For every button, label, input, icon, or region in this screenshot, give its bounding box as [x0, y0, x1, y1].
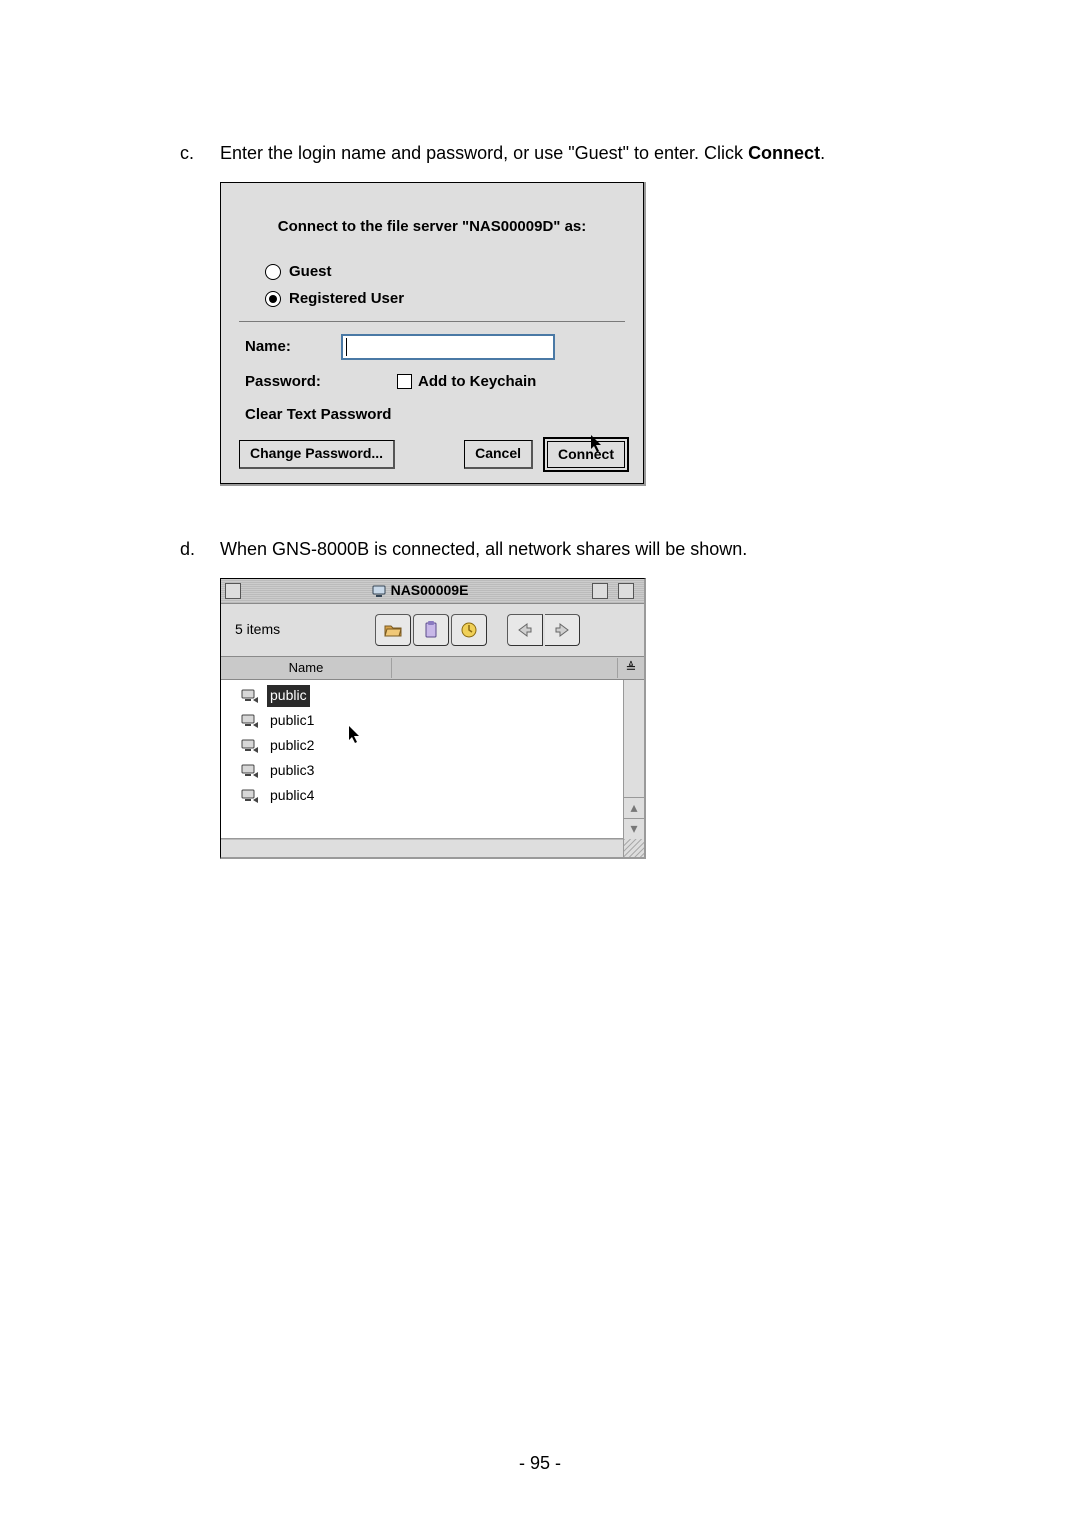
step-d-marker: d.	[180, 536, 220, 564]
registered-label: Registered User	[289, 287, 404, 310]
share-row-public4[interactable]: public4	[221, 784, 623, 809]
share-icon	[239, 763, 261, 779]
cleartext-label[interactable]: Clear Text Password	[245, 403, 625, 426]
close-box-icon[interactable]	[225, 583, 241, 599]
status-bar	[221, 839, 644, 857]
share-icon	[239, 688, 261, 704]
keychain-label: Add to Keychain	[418, 370, 536, 393]
share-list: public public1 public2	[221, 680, 623, 839]
step-c-text: Enter the login name and password, or us…	[220, 143, 748, 163]
checkbox-icon	[397, 374, 412, 389]
sort-indicator-icon[interactable]: ≜	[617, 658, 644, 678]
titlebar[interactable]: NAS00009E	[221, 579, 644, 604]
share-row-public[interactable]: public	[221, 684, 623, 709]
change-password-button[interactable]: Change Password...	[239, 440, 395, 469]
toolbar-recent-button[interactable]	[451, 614, 487, 646]
zoom-box-icon[interactable]	[618, 583, 634, 599]
password-label: Password:	[245, 370, 337, 393]
share-name: public4	[267, 785, 317, 807]
finder-window: NAS00009E 5 items	[220, 578, 646, 859]
radio-unchecked-icon	[265, 264, 281, 280]
step-c-marker: c.	[180, 140, 220, 168]
scroll-down-icon[interactable]: ▾	[624, 818, 644, 839]
page-number: - 95 -	[0, 1450, 1080, 1478]
registered-radio-row[interactable]: Registered User	[265, 287, 625, 310]
horizontal-scrollbar[interactable]	[221, 839, 623, 857]
share-name: public	[267, 685, 310, 707]
name-label: Name:	[245, 335, 337, 358]
toolbar-clipboard-button[interactable]	[413, 614, 449, 646]
toolbar: 5 items	[221, 604, 644, 657]
share-name: public2	[267, 735, 317, 757]
scroll-up-icon[interactable]: ▴	[624, 797, 644, 818]
share-name: public1	[267, 710, 317, 732]
connect-dialog: Connect to the file server "NAS00009D" a…	[220, 182, 646, 486]
share-row-public2[interactable]: public2	[221, 734, 623, 759]
step-d: d. When GNS-8000B is connected, all netw…	[180, 536, 950, 564]
step-c-after: .	[820, 143, 825, 163]
connect-button[interactable]: Connect	[547, 441, 625, 469]
step-c-bold: Connect	[748, 143, 820, 163]
share-name: public3	[267, 760, 317, 782]
step-c-body: Enter the login name and password, or us…	[220, 140, 950, 168]
share-icon	[239, 713, 261, 729]
cancel-button[interactable]: Cancel	[464, 440, 533, 469]
vertical-scrollbar[interactable]: ▴ ▾	[623, 680, 644, 839]
column-name-header[interactable]: Name	[221, 658, 392, 678]
share-row-public1[interactable]: public1	[221, 709, 623, 734]
radio-checked-icon	[265, 291, 281, 307]
name-input[interactable]	[341, 334, 555, 360]
step-d-text: When GNS-8000B is connected, all network…	[220, 536, 950, 564]
dialog-title: Connect to the file server "NAS00009D" a…	[239, 215, 625, 238]
guest-label: Guest	[289, 260, 332, 283]
item-count: 5 items	[235, 619, 375, 641]
nav-back-button[interactable]	[507, 614, 543, 646]
collapse-box-icon[interactable]	[592, 583, 608, 599]
share-icon	[239, 788, 261, 804]
nav-forward-button[interactable]	[545, 614, 580, 646]
guest-radio-row[interactable]: Guest	[265, 260, 625, 283]
keychain-checkbox-row[interactable]: Add to Keychain	[397, 370, 536, 393]
share-icon	[239, 738, 261, 754]
window-title: NAS00009E	[391, 580, 469, 602]
column-header-row[interactable]: Name ≜	[221, 657, 644, 680]
toolbar-open-button[interactable]	[375, 614, 411, 646]
step-c: c. Enter the login name and password, or…	[180, 140, 950, 168]
resize-grip-icon[interactable]	[623, 839, 644, 857]
share-row-public3[interactable]: public3	[221, 759, 623, 784]
server-icon	[371, 583, 387, 599]
